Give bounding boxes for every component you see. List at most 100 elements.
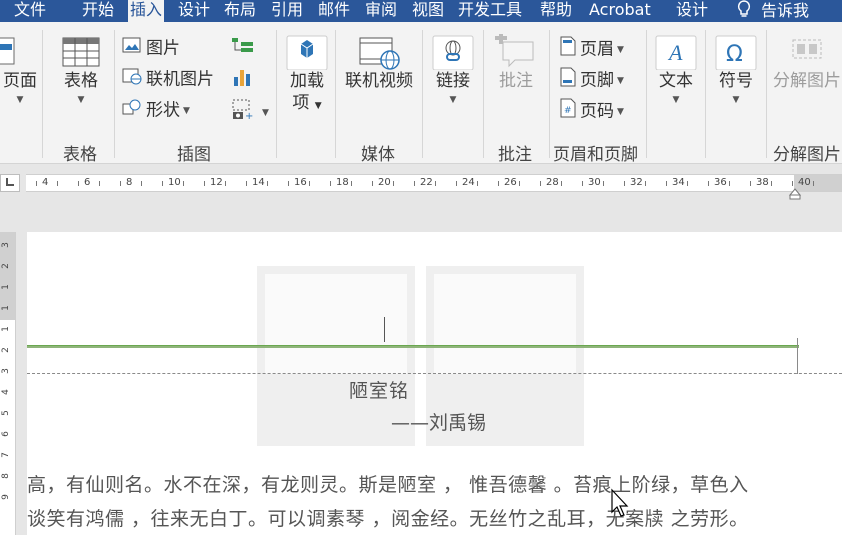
picture-button[interactable]: 图片 xyxy=(122,36,180,60)
ruler-tick xyxy=(245,181,247,186)
tab-mailings[interactable]: 邮件 xyxy=(318,0,350,22)
ruler-tick xyxy=(35,181,37,186)
links-label: 链接 xyxy=(436,71,470,91)
ruler-number: 8 xyxy=(126,177,133,188)
online-picture-icon xyxy=(122,67,142,92)
ruler-tick xyxy=(119,181,121,186)
online-video-label: 联机视频 xyxy=(345,71,413,91)
tab-acrobat[interactable]: Acrobat xyxy=(589,0,651,22)
group-label-tables: 表格 xyxy=(63,145,97,165)
tell-me-box[interactable]: 告诉我 xyxy=(737,0,809,22)
header-icon xyxy=(560,36,576,63)
decompose-picture-label: 分解图片 xyxy=(773,71,841,91)
ruler-tick xyxy=(140,181,142,186)
horizontal-ruler[interactable]: 4 6 8 10 12 14 16 18 20 22 24 26 28 30 32 34 36 38 40 xyxy=(26,174,842,192)
vruler-number: 2 xyxy=(0,263,11,269)
table-label: 表格 xyxy=(64,71,98,91)
shapes-label: 形状 xyxy=(146,100,180,121)
online-video-button[interactable]: 联机视频 xyxy=(342,34,416,92)
decompose-picture-button[interactable]: 分解图片 xyxy=(772,34,842,92)
picture-icon xyxy=(122,36,142,61)
ruler-tick xyxy=(686,181,688,186)
ruler-number: 24 xyxy=(462,177,475,188)
body-line-2[interactable]: 谈笑有鸿儒 ，往来无白丁。可以调素琴 ，阅金经。无丝竹之乱耳，无案牍 之劳形。 xyxy=(27,504,749,531)
pages-icon xyxy=(0,34,40,70)
footer-button[interactable]: 页脚 ▼ xyxy=(560,67,624,91)
text-button[interactable]: A 文本 ▼ xyxy=(653,34,699,108)
header-border-line xyxy=(27,345,799,348)
vruler-number: 3 xyxy=(0,242,11,248)
comment-icon xyxy=(492,32,540,70)
ruler-number: 18 xyxy=(336,177,349,188)
body-line-1[interactable]: 高，有仙则名。水不在深，有龙则灵。斯是陋室 ， 惟吾德馨 。苔痕上阶绿，草色入 xyxy=(27,470,749,497)
ruler-tick xyxy=(455,181,457,186)
online-picture-button[interactable]: 联机图片 xyxy=(122,67,214,91)
tell-me-label: 告诉我 xyxy=(761,1,810,20)
vruler-number: 6 xyxy=(0,431,11,437)
tab-view[interactable]: 视图 xyxy=(412,0,444,22)
tab-developer[interactable]: 开发工具 xyxy=(458,0,522,22)
ruler-tick xyxy=(644,181,646,186)
document-page[interactable]: 陋室铭 ——刘禹锡 高，有仙则名。水不在深，有龙则灵。斯是陋室 ， 惟吾德馨 。… xyxy=(27,232,842,535)
ruler-number: 16 xyxy=(294,177,307,188)
ruler-tick xyxy=(329,181,331,186)
symbols-button[interactable]: Ω 符号 ▼ xyxy=(713,34,759,108)
svg-text:#: # xyxy=(564,106,572,116)
header-button[interactable]: 页眉 ▼ xyxy=(560,36,624,60)
header-right-edge xyxy=(797,338,798,374)
vruler-number: 8 xyxy=(0,473,11,479)
ruler-tick xyxy=(224,181,226,186)
tab-help[interactable]: 帮助 xyxy=(540,0,572,22)
page-number-button[interactable]: # 页码 ▼ xyxy=(560,98,624,122)
ruler-tick xyxy=(623,181,625,186)
pages-label: 页面 xyxy=(3,71,37,91)
poem-author[interactable]: ——刘禹锡 xyxy=(391,408,486,435)
group-label-comments: 批注 xyxy=(498,145,532,165)
ruler-number: 20 xyxy=(378,177,391,188)
tab-layout[interactable]: 布局 xyxy=(224,0,256,22)
shapes-button[interactable]: 形状 ▼ xyxy=(122,98,190,122)
tab-insert[interactable]: 插入 xyxy=(128,0,165,22)
ruler-tick xyxy=(560,181,562,186)
chart-button[interactable] xyxy=(231,67,259,91)
links-button[interactable]: 链接 ▼ xyxy=(430,34,476,108)
shapes-icon xyxy=(122,98,142,123)
ruler-number: 34 xyxy=(672,177,685,188)
ruler-tick xyxy=(707,181,709,186)
vruler-number: 1 xyxy=(0,305,11,311)
tab-home[interactable]: 开始 xyxy=(82,0,114,22)
omega-icon: Ω xyxy=(713,34,759,71)
pages-button[interactable]: 页面 ▼ xyxy=(0,34,40,108)
ruler-number: 38 xyxy=(756,177,769,188)
poem-title[interactable]: 陋室铭 xyxy=(349,376,409,403)
right-indent-marker[interactable] xyxy=(788,185,802,200)
ruler-tick xyxy=(434,181,436,186)
tab-references[interactable]: 引用 xyxy=(271,0,303,22)
tab-file[interactable]: 文件 xyxy=(14,0,46,22)
ruler-number: 32 xyxy=(630,177,643,188)
header-label: 页眉 xyxy=(580,39,614,60)
tab-design[interactable]: 设计 xyxy=(178,0,210,22)
vruler-number: 1 xyxy=(0,326,11,332)
tab-header-design[interactable]: 设计 xyxy=(676,0,708,22)
ruler-number: 12 xyxy=(210,177,223,188)
text-cursor xyxy=(384,317,385,342)
ruler-tick xyxy=(728,181,730,186)
screenshot-button[interactable]: + ▼ xyxy=(231,98,269,122)
ruler-tick xyxy=(350,181,352,186)
tab-review[interactable]: 审阅 xyxy=(365,0,397,22)
table-button[interactable]: 表格 ▼ xyxy=(56,34,106,108)
link-icon xyxy=(430,34,476,71)
vertical-ruler[interactable]: 3 2 1 1 1 2 3 4 5 6 7 8 9 xyxy=(0,232,16,535)
ruler-tick xyxy=(98,181,100,186)
group-label-decompose: 分解图片 xyxy=(773,145,841,165)
vruler-number: 7 xyxy=(0,452,11,458)
ruler-tick xyxy=(665,181,667,186)
symbols-label: 符号 xyxy=(719,71,753,91)
comment-button[interactable]: 批注 xyxy=(492,32,540,92)
page-number-label: 页码 xyxy=(580,101,614,122)
smartart-button[interactable] xyxy=(231,36,259,60)
text-label: 文本 xyxy=(659,71,693,91)
tab-selector[interactable] xyxy=(0,174,20,192)
addins-button[interactable]: 加载 项 ▼ xyxy=(284,34,330,117)
